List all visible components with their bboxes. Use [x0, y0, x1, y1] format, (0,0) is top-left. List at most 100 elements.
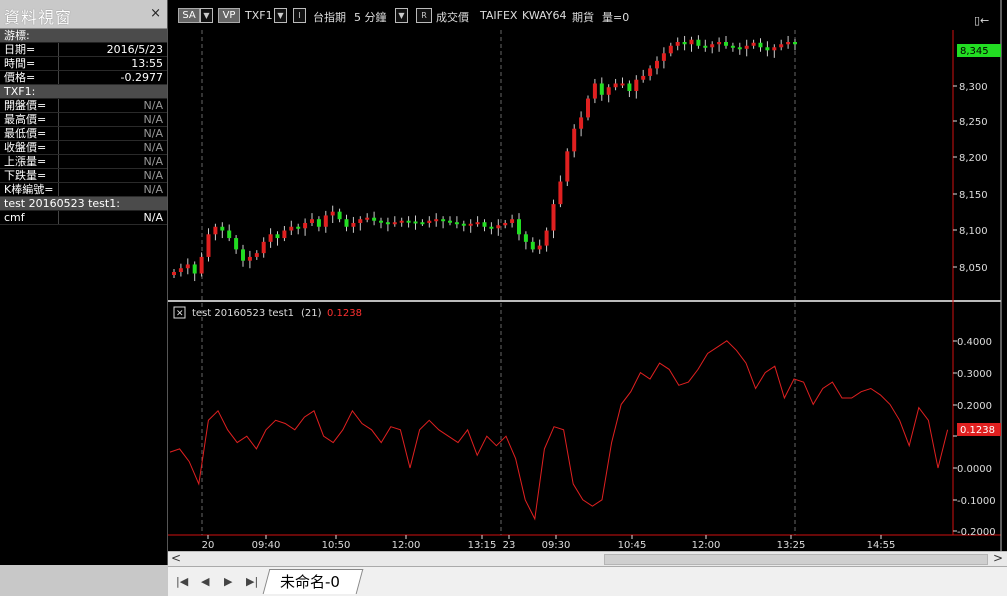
candle-body — [703, 45, 708, 48]
time-tick-label: 09:40 — [252, 540, 281, 551]
row-label: 價格= — [4, 71, 36, 84]
txf-section-header: TXF1: — [0, 85, 167, 99]
candle-body — [220, 226, 225, 231]
price-candles — [172, 35, 797, 282]
candle-body — [606, 87, 611, 95]
row-value: N/A — [58, 169, 163, 182]
price-tick-label: 8,250 — [959, 117, 988, 128]
prev-tab-icon[interactable]: ◀ — [201, 575, 209, 588]
candle-body — [185, 264, 190, 269]
candle-body — [372, 217, 377, 221]
row-value: N/A — [58, 183, 163, 196]
row-label: 收盤價= — [4, 141, 47, 154]
row-label: 時間= — [4, 57, 36, 70]
time-tick-label: 20 — [202, 540, 215, 551]
up-volume-row: 上漲量= N/A — [0, 155, 167, 169]
row-value: N/A — [58, 99, 163, 112]
row-label: 最低價= — [4, 127, 47, 140]
row-label: 開盤價= — [4, 99, 47, 112]
next-tab-icon[interactable]: ▶ — [224, 575, 232, 588]
candle-body — [482, 222, 487, 227]
time-tick-label: 09:30 — [542, 540, 571, 551]
row-value: N/A — [58, 155, 163, 168]
candle-body — [337, 211, 342, 220]
candle-body — [758, 42, 763, 48]
close-icon[interactable]: × — [150, 6, 161, 21]
candle-body — [572, 128, 577, 152]
tab-untitled[interactable]: 未命名-0 — [280, 571, 340, 592]
candle-body — [744, 45, 749, 49]
candle-body — [261, 241, 266, 254]
scroll-right-icon[interactable]: > — [993, 551, 1003, 565]
candle-body — [468, 223, 473, 226]
time-tick-label: 23 — [503, 540, 516, 551]
candle-body — [779, 44, 784, 48]
indicator-tick-label: 0.4000 — [957, 337, 992, 348]
price-tick-label: 8,300 — [959, 82, 988, 93]
candle-body — [717, 42, 722, 45]
candle-body — [282, 230, 287, 239]
candle-body — [737, 47, 742, 50]
indicator-param: (21) — [301, 308, 322, 319]
candle-body — [365, 217, 370, 220]
candle-body — [592, 83, 597, 99]
indicator-tick-label: 0.2000 — [957, 401, 992, 412]
cmf-row: cmf N/A — [0, 211, 167, 225]
indicator-tick-label: 0.3000 — [957, 369, 992, 380]
candle-body — [613, 83, 618, 88]
candle-body — [503, 222, 508, 226]
last-tab-icon[interactable]: ▶| — [246, 575, 258, 588]
row-value: N/A — [58, 141, 163, 154]
chart-svg[interactable]: 8,300 8,250 8,200 8,150 8,100 8,050 0.4000 0.3… — [168, 0, 1007, 551]
candle-body — [668, 45, 673, 54]
candle-body — [206, 234, 211, 257]
candle-body — [234, 238, 239, 250]
high-price-row: 最高價= N/A — [0, 113, 167, 127]
row-value: 13:55 — [58, 57, 163, 70]
cursor-price-row: 價格= -0.2977 — [0, 71, 167, 85]
candle-body — [323, 215, 328, 227]
row-value: N/A — [58, 113, 163, 126]
time-tick-label: 10:50 — [322, 540, 351, 551]
close-icon-glyph: ✕ — [176, 309, 184, 319]
candle-body — [627, 83, 632, 92]
row-label: 下跌量= — [4, 169, 47, 182]
data-window: 資料視窗 × 游標: 日期= 2016/5/23 時間= 13:55 價格= -… — [0, 0, 168, 565]
candle-body — [599, 83, 604, 95]
data-window-titlebar: 資料視窗 × — [0, 0, 167, 29]
candle-body — [172, 272, 176, 276]
row-label: 日期= — [4, 43, 36, 56]
indicator-section-header: test 20160523 test1: — [0, 197, 167, 211]
horizontal-scrollbar[interactable]: < > — [168, 551, 1007, 566]
chart-area[interactable]: SA ▼ VP TXF1 ▼ I 台指期 5 分鐘 ▼ R 成交價 TAIFEX… — [168, 0, 1007, 565]
candle-body — [254, 253, 259, 257]
candle-body — [558, 181, 563, 205]
candle-body — [441, 219, 446, 222]
scrollbar-thumb[interactable] — [604, 554, 988, 565]
cursor-time-row: 時間= 13:55 — [0, 57, 167, 71]
indicator-axis-ticks: 0.4000 0.3000 0.2000 0.0000 -0.1000 -0.2000 — [953, 337, 996, 538]
candle-body — [454, 222, 459, 225]
indicator-tick-label: 0.0000 — [957, 464, 992, 475]
time-tick-label: 10:45 — [618, 540, 647, 551]
candle-body — [620, 83, 625, 86]
cmf-polyline — [169, 340, 949, 521]
candle-body — [296, 226, 301, 229]
candle-body — [192, 264, 197, 274]
candle-body — [434, 219, 439, 222]
candle-body — [523, 234, 528, 242]
candle-body — [358, 219, 363, 223]
price-axis-ticks: 8,300 8,250 8,200 8,150 8,100 8,050 — [953, 82, 988, 274]
cursor-date-row: 日期= 2016/5/23 — [0, 43, 167, 57]
candle-body — [310, 219, 314, 223]
first-tab-icon[interactable]: |◀ — [176, 575, 188, 588]
time-tick-label: 13:15 — [468, 540, 497, 551]
row-label: cmf — [4, 211, 25, 224]
candle-body — [399, 220, 404, 223]
row-value: N/A — [58, 127, 163, 140]
candle-body — [530, 241, 535, 250]
candle-body — [496, 225, 501, 229]
candle-body — [316, 219, 321, 227]
indicator-title: test 20160523 test1 — [192, 308, 294, 319]
scroll-left-icon[interactable]: < — [171, 551, 181, 565]
